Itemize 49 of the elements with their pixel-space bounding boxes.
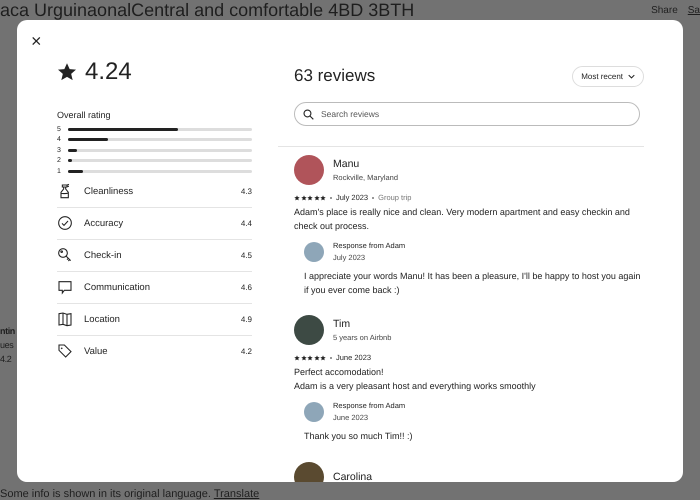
review-text: Adam is a very pleasant host and everything works smoothly [294, 380, 537, 393]
search-field[interactable]: Search reviews [294, 102, 640, 126]
reviewer-name: Tim [333, 318, 352, 330]
separator-dot [330, 356, 332, 358]
host-avatar [304, 242, 324, 262]
category-score: 4.2 [240, 346, 252, 356]
background-text: ntin [0, 326, 15, 336]
category-score: 4.5 [240, 250, 252, 260]
category-score: 4.9 [240, 314, 252, 324]
response-text: I appreciate your words Manu! It has been a pleasure, I'll be happy to host you again if you ever come back :) [304, 270, 642, 297]
key-icon [57, 247, 73, 263]
review-text: Perfect accomodation! [294, 366, 385, 379]
reviews-count-heading: 63 reviews [294, 66, 376, 86]
average-rating: 4.24 [85, 58, 132, 86]
category-label: Cleanliness [84, 186, 134, 196]
sort-dropdown[interactable]: Most recent [572, 66, 644, 86]
search-icon [303, 108, 314, 120]
category-score: 4.6 [240, 282, 252, 292]
category-score: 4.4 [240, 218, 252, 228]
review-text: Adam's place is really nice and clean. Very modern apartment and easy checkin and check out process. [294, 206, 631, 233]
reviewer-name: Manu [333, 158, 360, 170]
check-circle-icon [57, 215, 73, 231]
avatar [294, 315, 324, 345]
background-text: 4.2 [0, 354, 12, 364]
category-label: Accuracy [84, 218, 124, 228]
close-button[interactable]: × [29, 30, 44, 52]
separator-dot [372, 196, 374, 198]
tag-icon [57, 343, 73, 359]
save-button[interactable]: Sa [688, 5, 700, 16]
star-icon [57, 62, 77, 82]
background-text: ues [0, 340, 14, 350]
category-label: Value [84, 346, 109, 356]
category-label: Location [84, 314, 121, 324]
category-label: Check-in [84, 250, 122, 260]
overall-rating-label: Overall rating [57, 110, 112, 120]
response-text: Thank you so much Tim!! :) [304, 430, 414, 443]
category-score: 4.3 [240, 186, 252, 196]
listing-title: aca UrguinaonalCentral and comfortable 4BD 3BTH [0, 0, 414, 20]
share-button[interactable]: Share [651, 5, 678, 16]
caret-icon [628, 74, 635, 78]
map-icon [57, 311, 73, 327]
translate-link[interactable]: Translate [214, 488, 260, 500]
separator-dot [330, 196, 332, 198]
speech-bubble-icon [57, 279, 73, 295]
avatar [294, 155, 324, 185]
language-note: Some info is shown in its original language. Translate [0, 488, 260, 500]
host-avatar [304, 402, 324, 422]
category-label: Communication [84, 282, 151, 292]
reviewer-name: Carolina [333, 470, 372, 482]
